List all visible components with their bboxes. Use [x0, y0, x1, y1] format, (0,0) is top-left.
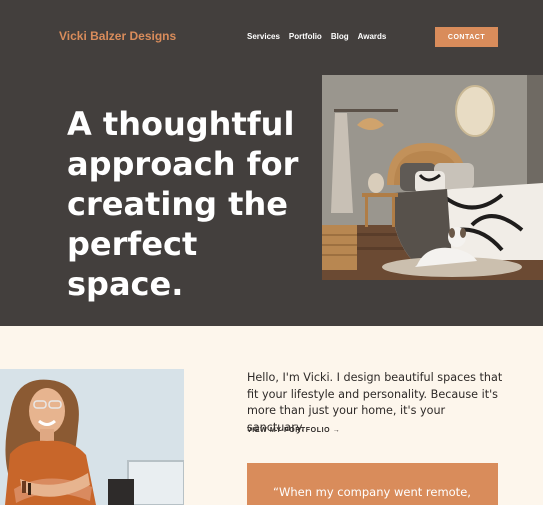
- brand-logo[interactable]: Vicki Balzer Designs: [59, 29, 176, 43]
- nav-item-portfolio[interactable]: Portfolio: [289, 32, 322, 41]
- hero-section: Vicki Balzer Designs Services Portfolio …: [0, 0, 543, 326]
- testimonial-card: “When my company went remote,: [247, 463, 498, 505]
- nav-item-blog[interactable]: Blog: [331, 32, 349, 41]
- hero-headline: A thoughtful approach for creating the p…: [67, 105, 299, 303]
- main-nav: Services Portfolio Blog Awards: [247, 32, 395, 41]
- view-portfolio-link[interactable]: VIEW MY PORTFOLIO →: [247, 427, 340, 434]
- contact-button[interactable]: CONTACT: [435, 27, 498, 47]
- testimonial-quote: “When my company went remote,: [273, 485, 471, 499]
- hero-bedroom-image: [322, 75, 543, 280]
- nav-item-awards[interactable]: Awards: [358, 32, 387, 41]
- nav-item-services[interactable]: Services: [247, 32, 280, 41]
- vicki-portrait-image: [0, 369, 184, 505]
